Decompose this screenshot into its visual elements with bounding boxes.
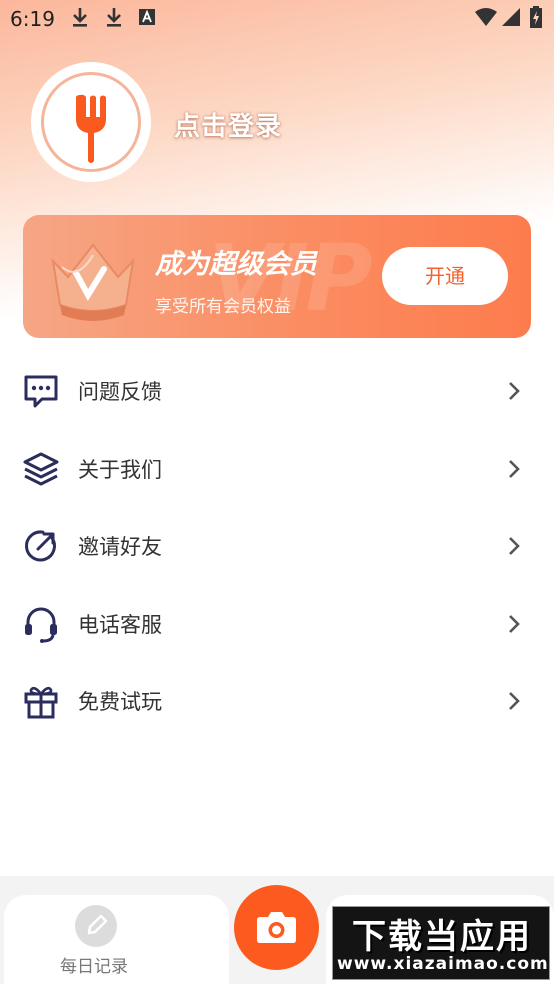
chevron-right-icon <box>509 459 520 478</box>
login-link[interactable]: 点击登录 <box>174 106 282 143</box>
download-icon <box>73 8 87 27</box>
menu-item-customer-service[interactable]: 电话客服 <box>0 585 554 663</box>
chevron-right-icon <box>509 614 520 633</box>
download-icon <box>107 8 121 27</box>
watermark-title: 下载当应用 <box>352 917 532 957</box>
fork-icon <box>76 94 106 163</box>
menu-item-about[interactable]: 关于我们 <box>0 430 554 508</box>
chat-icon <box>24 375 58 408</box>
menu-label: 关于我们 <box>78 457 162 482</box>
crown-icon <box>51 243 135 321</box>
menu-item-free-trial[interactable]: 免费试玩 <box>0 662 554 740</box>
status-time: 6:19 <box>10 7 55 31</box>
daily-record-label: 每日记录 <box>60 957 128 977</box>
camera-icon <box>257 912 296 943</box>
gift-icon <box>24 686 58 719</box>
font-icon <box>139 9 155 25</box>
share-icon <box>25 530 56 562</box>
open-vip-button[interactable]: 开通 <box>382 247 508 305</box>
battery-charging-icon <box>530 6 542 28</box>
vip-title: 成为超级会员 <box>155 249 317 280</box>
menu-label: 免费试玩 <box>78 690 162 714</box>
site-watermark: 下载当应用 www.xiazaimao.com <box>332 906 550 980</box>
chevron-right-icon <box>509 382 520 400</box>
wifi-icon <box>475 8 497 26</box>
menu-label: 电话客服 <box>78 612 162 637</box>
menu-item-invite[interactable]: 邀请好友 <box>0 507 554 585</box>
avatar[interactable] <box>31 62 151 182</box>
menu-label: 问题反馈 <box>78 380 162 404</box>
camera-button[interactable] <box>234 885 319 970</box>
menu-item-feedback[interactable]: 问题反馈 <box>0 352 554 430</box>
vip-banner[interactable]: VIP 成为超级会员 享受所有会员权益 开通 <box>23 215 531 338</box>
layers-icon <box>23 452 59 485</box>
menu-label: 邀请好友 <box>78 535 162 559</box>
avatar-ring <box>41 72 141 172</box>
chevron-right-icon <box>509 537 520 555</box>
headset-icon <box>25 607 57 643</box>
status-bar: 6:19 <box>0 0 554 38</box>
watermark-url: www.xiazaimao.com <box>337 954 549 974</box>
vip-subtitle: 享受所有会员权益 <box>155 297 291 317</box>
settings-menu: 问题反馈 关于我们 邀请好友 电话客服 免费试玩 <box>0 352 554 740</box>
signal-icon <box>502 8 520 26</box>
edit-icon <box>75 905 117 947</box>
chevron-right-icon <box>509 692 520 710</box>
